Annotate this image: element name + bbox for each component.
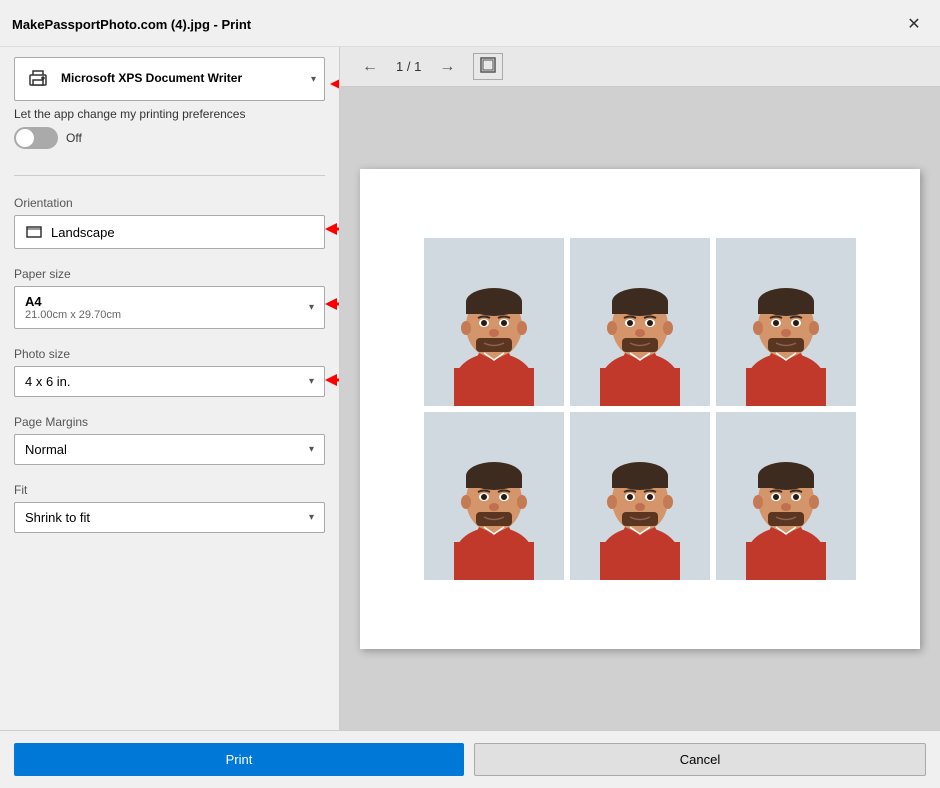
page-margins-value: Normal (25, 442, 67, 457)
preview-area (340, 87, 940, 730)
app-pref-text: Let the app change my printing preferenc… (14, 107, 245, 121)
dialog-title: MakePassportPhoto.com (4).jpg - Print (12, 17, 251, 32)
page-total: 1 (414, 59, 421, 74)
photo-size-button[interactable]: 4 x 6 in. ▾ (14, 366, 325, 397)
photo-size-section: Photo size 4 x 6 in. ▾ (14, 337, 325, 399)
close-button[interactable]: ✕ (900, 10, 928, 38)
fit-section: Fit Shrink to fit ▾ (14, 473, 325, 535)
paper-size-sub: 21.00cm x 29.70cm (25, 309, 121, 321)
fit-arrow: ▾ (309, 512, 314, 523)
toggle-switch[interactable] (14, 127, 58, 149)
divider-1 (14, 175, 325, 176)
paper-preview (360, 169, 920, 649)
photo-cell-6 (716, 412, 856, 580)
photo-size-label: Photo size (14, 347, 325, 361)
photo-cell-1 (424, 238, 564, 406)
page-margins-arrow: ▾ (309, 444, 314, 455)
toggle-label: Off (66, 131, 82, 145)
page-margins-label: Page Margins (14, 415, 325, 429)
cancel-button[interactable]: Cancel (474, 743, 926, 776)
fit-label: Fit (14, 483, 325, 497)
content-area: Microsoft XPS Document Writer ▾ Let the … (0, 47, 940, 730)
print-button[interactable]: Print (14, 743, 464, 776)
printer-icon (23, 64, 53, 94)
fit-page-button[interactable] (473, 53, 503, 80)
landscape-icon (25, 223, 43, 241)
printer-dropdown[interactable]: Microsoft XPS Document Writer ▾ (14, 57, 325, 101)
print-dialog: MakePassportPhoto.com (4).jpg - Print ✕ (0, 0, 940, 788)
left-panel: Microsoft XPS Document Writer ▾ Let the … (0, 47, 340, 730)
orientation-left: Landscape (25, 223, 115, 241)
next-page-button[interactable]: → (433, 56, 461, 78)
photo-size-arrow: ▾ (309, 376, 314, 387)
right-panel: ← 1 / 1 → (340, 47, 940, 730)
printer-name: Microsoft XPS Document Writer (61, 71, 242, 87)
photo-cell-2 (570, 238, 710, 406)
orientation-button[interactable]: Landscape (14, 215, 325, 249)
page-margins-dropdown[interactable]: Normal ▾ (14, 434, 325, 465)
page-current: 1 (396, 59, 403, 74)
paper-size-button[interactable]: A4 21.00cm x 29.70cm ▾ (14, 286, 325, 329)
preview-toolbar: ← 1 / 1 → (340, 47, 940, 87)
paper-size-info: A4 21.00cm x 29.70cm (25, 294, 121, 321)
paper-size-label: Paper size (14, 267, 325, 281)
app-pref-section: Let the app change my printing preferenc… (14, 107, 325, 149)
photo-cell-3 (716, 238, 856, 406)
prev-page-button[interactable]: ← (356, 56, 384, 78)
printer-section: Microsoft XPS Document Writer ▾ (14, 57, 325, 101)
title-bar: MakePassportPhoto.com (4).jpg - Print ✕ (0, 0, 940, 47)
page-indicator: 1 / 1 (396, 59, 421, 74)
fit-value: Shrink to fit (25, 510, 90, 525)
photo-size-value: 4 x 6 in. (25, 374, 71, 389)
paper-size-arrow: ▾ (309, 302, 314, 313)
fit-dropdown[interactable]: Shrink to fit ▾ (14, 502, 325, 533)
paper-size-section: Paper size A4 21.00cm x 29.70cm ▾ (14, 257, 325, 331)
printer-info: Microsoft XPS Document Writer (23, 64, 242, 94)
printer-dropdown-arrow: ▾ (311, 74, 316, 85)
photo-grid (404, 218, 876, 600)
orientation-value: Landscape (51, 225, 115, 240)
photo-cell-4 (424, 412, 564, 580)
page-margins-section: Page Margins Normal ▾ (14, 405, 325, 467)
photo-cell-5 (570, 412, 710, 580)
orientation-label: Orientation (14, 196, 325, 210)
fit-icon (480, 57, 496, 73)
page-separator: / (407, 59, 411, 74)
orientation-section: Orientation Landscape (14, 186, 325, 251)
bottom-buttons: Print Cancel (0, 730, 940, 788)
paper-size-main: A4 (25, 294, 121, 309)
toggle-row: Off (14, 127, 82, 149)
